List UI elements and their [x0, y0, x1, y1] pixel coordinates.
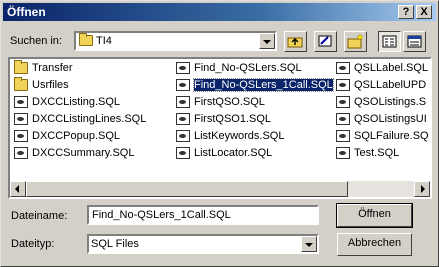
list-item[interactable]: ListKeywords.SQL	[175, 128, 333, 145]
list-item[interactable]: QSLLabel.SQL	[335, 60, 429, 77]
folder-icon	[79, 33, 93, 46]
scrollbar-thumb[interactable]	[26, 181, 348, 197]
open-file-dialog: Öffnen ? X Suchen in: TI4 Transfer Usrfi…	[0, 0, 439, 267]
list-item[interactable]: DXCCPopup.SQL	[13, 128, 146, 145]
sql-file-icon	[176, 62, 190, 74]
filetype-label: Dateityp:	[11, 238, 55, 250]
list-item[interactable]: SQLFailure.SQ	[335, 128, 429, 145]
list-item-selected[interactable]: Find_No-QSLers_1Call.SQL	[175, 77, 334, 94]
folder-icon	[14, 60, 28, 74]
filename-field[interactable]: Find_No-QSLers_1Call.SQL	[87, 205, 319, 225]
sql-file-icon	[176, 113, 190, 125]
sql-file-icon	[336, 79, 350, 91]
list-item[interactable]: QSLLabelUPD	[335, 77, 429, 94]
list-view-button[interactable]	[378, 31, 401, 52]
list-item[interactable]: QSOListingsUI	[335, 111, 429, 128]
lookin-label: Suchen in:	[10, 35, 62, 47]
scroll-right-button[interactable]	[414, 181, 430, 197]
scroll-left-button[interactable]	[10, 181, 26, 197]
filetype-value: SQL Files	[91, 238, 139, 250]
new-folder-icon	[347, 33, 364, 49]
new-folder-button[interactable]	[344, 31, 367, 52]
list-item[interactable]: Usrfiles	[13, 77, 146, 94]
sql-file-icon	[336, 147, 350, 159]
dialog-title: Öffnen	[7, 5, 46, 19]
cancel-button[interactable]: Abbrechen	[337, 233, 412, 256]
list-view-icon	[382, 35, 397, 48]
sql-file-icon	[176, 130, 190, 142]
list-item[interactable]: DXCCListingLines.SQL	[13, 111, 146, 128]
chevron-down-icon[interactable]	[301, 236, 317, 252]
list-item[interactable]: FirstQSO1.SQL	[175, 111, 333, 128]
list-item[interactable]: Transfer	[13, 60, 146, 77]
list-item[interactable]: FirstQSO.SQL	[175, 94, 333, 111]
sql-file-icon	[14, 130, 28, 142]
chevron-down-icon[interactable]	[259, 33, 275, 49]
sql-file-icon	[336, 130, 350, 142]
list-item[interactable]: QSOListings.S	[335, 94, 429, 111]
sql-file-icon	[14, 147, 28, 159]
lookin-value: TI4	[96, 35, 112, 47]
title-bar[interactable]: Öffnen ? X	[3, 3, 436, 21]
details-view-icon	[407, 35, 422, 48]
file-column-1: Transfer Usrfiles DXCCListing.SQL DXCCLi…	[13, 60, 146, 162]
desktop-icon	[318, 35, 332, 47]
desktop-button[interactable]	[314, 31, 337, 52]
sql-file-icon	[176, 147, 190, 159]
list-item[interactable]: DXCCSummary.SQL	[13, 145, 146, 162]
file-column-2: Find_No-QSLers.SQL Find_No-QSLers_1Call.…	[175, 60, 334, 162]
sql-file-icon	[336, 96, 350, 108]
help-button[interactable]: ?	[398, 5, 414, 19]
list-item[interactable]: Test.SQL	[335, 145, 429, 162]
list-item[interactable]: DXCCListing.SQL	[13, 94, 146, 111]
lookin-dropdown[interactable]: TI4	[74, 31, 277, 51]
folder-icon	[14, 77, 28, 91]
filename-label: Dateiname:	[11, 210, 68, 222]
sql-file-icon	[14, 113, 28, 125]
details-view-button[interactable]	[403, 31, 426, 52]
sql-file-icon	[176, 96, 190, 108]
sql-file-icon	[336, 62, 350, 74]
list-item[interactable]: Find_No-QSLers.SQL	[175, 60, 333, 77]
list-item[interactable]: ListLocator.SQL	[175, 145, 333, 162]
horizontal-scrollbar[interactable]	[10, 181, 430, 197]
sql-file-icon	[336, 113, 350, 125]
up-folder-icon	[287, 37, 303, 48]
sql-file-icon	[176, 79, 190, 91]
file-list[interactable]: Transfer Usrfiles DXCCListing.SQL DXCCLi…	[8, 57, 432, 199]
file-column-3: QSLLabel.SQL QSLLabelUPD QSOListings.S Q…	[335, 60, 429, 162]
close-button[interactable]: X	[416, 5, 432, 19]
up-folder-button[interactable]	[284, 31, 307, 52]
open-button[interactable]: Öffnen	[336, 203, 413, 228]
sql-file-icon	[14, 96, 28, 108]
filetype-dropdown[interactable]: SQL Files	[87, 234, 319, 254]
